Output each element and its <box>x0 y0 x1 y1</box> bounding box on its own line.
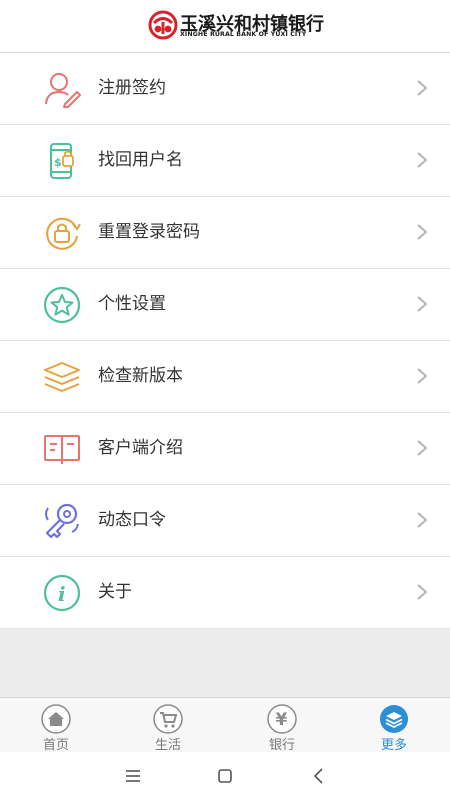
layers-icon <box>44 362 80 392</box>
chevron-right-icon <box>417 368 428 384</box>
app-header: 玉溪兴和村镇银行 XINGHE RURAL BANK OF YUXI CITY <box>0 0 450 53</box>
tab-label: 首页 <box>42 738 69 753</box>
cart-icon <box>153 704 183 734</box>
layers-icon <box>380 705 408 733</box>
more-menu-list: 注册签约 $ 找回用户名 重置登录密码 个性设置 检查新版本 客户端介绍 动态口… <box>0 53 450 629</box>
tab-bank[interactable]: ¥ 银行 <box>226 698 338 753</box>
menu-item-about[interactable]: i 关于 <box>0 557 450 629</box>
menu-item-check-version[interactable]: 检查新版本 <box>0 341 450 413</box>
bottom-tab-bar: 首页 生活 ¥ 银行 更多 <box>0 697 450 753</box>
yen-icon: ¥ <box>267 704 297 734</box>
tab-life[interactable]: 生活 <box>112 698 224 753</box>
menu-item-client-intro[interactable]: 客户端介绍 <box>0 413 450 485</box>
menu-item-recover-username[interactable]: $ 找回用户名 <box>0 125 450 197</box>
tab-label: 银行 <box>268 738 295 753</box>
empty-background <box>0 629 450 697</box>
tab-home[interactable]: 首页 <box>0 698 112 753</box>
menu-item-personal-settings[interactable]: 个性设置 <box>0 269 450 341</box>
menu-item-label: 客户端介绍 <box>98 438 183 458</box>
chevron-right-icon <box>417 152 428 168</box>
chevron-right-icon <box>417 584 428 600</box>
menu-item-label: 检查新版本 <box>98 366 183 386</box>
info-icon: i <box>43 574 81 612</box>
menu-item-label: 动态口令 <box>98 510 166 530</box>
key-icon <box>45 503 79 539</box>
menu-item-label: 注册签约 <box>98 78 166 98</box>
bank-logo: 玉溪兴和村镇银行 XINGHE RURAL BANK OF YUXI CITY <box>148 10 324 42</box>
chevron-right-icon <box>417 296 428 312</box>
menu-item-label: 找回用户名 <box>98 150 183 170</box>
chevron-right-icon <box>417 80 428 96</box>
bank-name-en: XINGHE RURAL BANK OF YUXI CITY <box>180 31 307 38</box>
lock-refresh-icon <box>46 217 81 250</box>
book-icon <box>44 435 80 464</box>
star-circle-icon <box>43 286 81 324</box>
svg-text:$: $ <box>54 156 62 169</box>
svg-text:¥: ¥ <box>276 710 288 730</box>
user-pen-icon <box>45 73 81 108</box>
tab-label: 生活 <box>154 738 181 753</box>
home-square-icon[interactable] <box>215 766 235 786</box>
chevron-right-icon <box>417 440 428 456</box>
chevron-right-icon <box>417 512 428 528</box>
chevron-right-icon <box>417 224 428 240</box>
menu-item-dynamic-token[interactable]: 动态口令 <box>0 485 450 557</box>
menu-item-label: 个性设置 <box>98 294 166 314</box>
back-icon[interactable] <box>309 766 329 786</box>
phone-money-icon: $ <box>50 143 74 179</box>
bank-logo-icon <box>148 10 178 40</box>
svg-text:i: i <box>58 582 66 606</box>
tab-more[interactable]: 更多 <box>338 698 450 753</box>
menu-item-label: 关于 <box>98 582 132 602</box>
menu-item-register-sign[interactable]: 注册签约 <box>0 53 450 125</box>
menu-icon[interactable] <box>123 766 143 786</box>
menu-item-label: 重置登录密码 <box>98 222 200 242</box>
tab-label: 更多 <box>380 738 407 753</box>
home-icon <box>41 704 71 734</box>
menu-item-reset-password[interactable]: 重置登录密码 <box>0 197 450 269</box>
system-nav-bar <box>0 752 450 800</box>
